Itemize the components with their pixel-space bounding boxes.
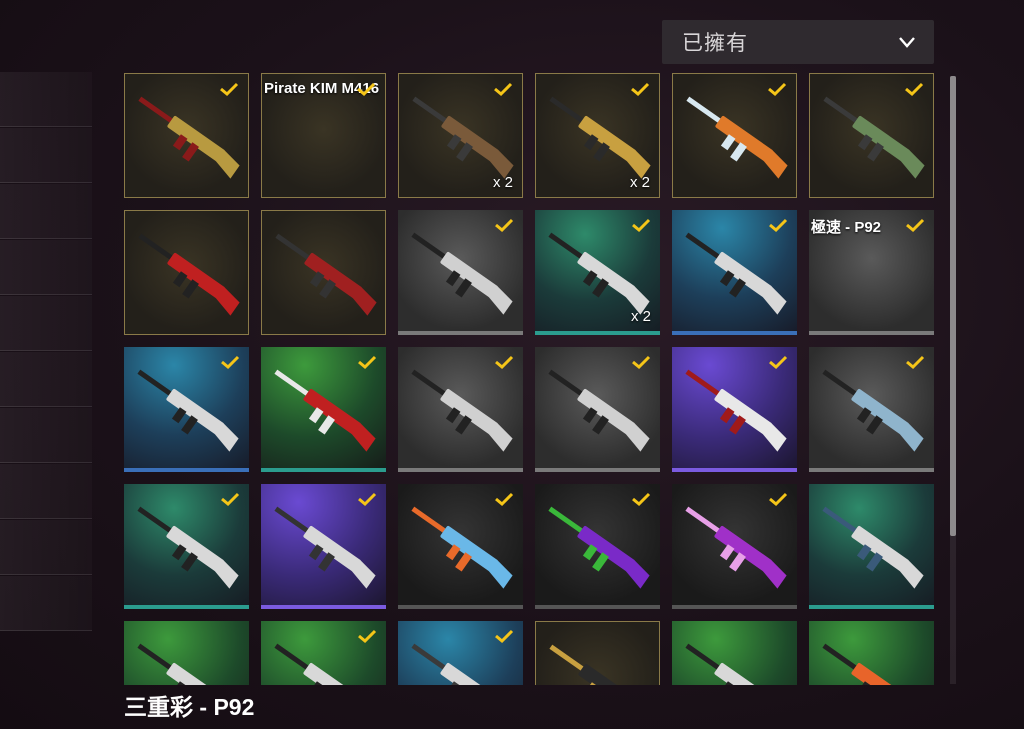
owned-check-icon: [358, 629, 377, 644]
item-count: x 2: [492, 174, 513, 191]
weapon-skin-card[interactable]: x 2: [535, 210, 660, 335]
sidebar-tab[interactable]: [0, 296, 92, 351]
weapon-skin-card[interactable]: x 2: [398, 73, 523, 198]
weapon-skin-name: 極速 - P92: [811, 219, 882, 236]
selected-item-name: 三重彩 - P92: [124, 694, 255, 720]
weapon-image: [549, 644, 636, 685]
weapon-skin-card[interactable]: [124, 347, 249, 472]
item-count: x 2: [629, 174, 650, 191]
weapon-skin-card[interactable]: [809, 347, 934, 472]
sidebar-tab[interactable]: [0, 464, 92, 519]
scrollbar-thumb[interactable]: [950, 76, 956, 536]
weapon-skin-card[interactable]: [672, 347, 797, 472]
weapon-skin-card[interactable]: [809, 484, 934, 609]
owned-check-icon: [495, 492, 514, 507]
dropdown-selected-label: 已擁有: [682, 32, 748, 55]
weapon-skin-card[interactable]: [398, 621, 523, 685]
owned-check-icon: [494, 82, 513, 97]
owned-check-icon: [495, 218, 514, 233]
owned-check-icon: [769, 218, 788, 233]
weapon-skin-card[interactable]: [124, 210, 249, 335]
sidebar-tab[interactable]: [0, 128, 92, 183]
owned-check-icon: [495, 355, 514, 370]
owned-check-icon: [906, 355, 925, 370]
sidebar-tab[interactable]: [0, 576, 92, 631]
weapon-skin-card[interactable]: [672, 210, 797, 335]
owned-check-icon: [905, 82, 924, 97]
owned-check-icon: [906, 218, 925, 233]
weapon-image: [275, 233, 377, 316]
weapon-skin-card[interactable]: [398, 347, 523, 472]
owned-check-icon: [632, 218, 651, 233]
owned-check-icon: [631, 82, 650, 97]
owned-check-icon: [358, 492, 377, 507]
owned-check-icon: [769, 355, 788, 370]
weapon-skin-card[interactable]: x 2: [535, 73, 660, 198]
owned-check-icon: [220, 82, 239, 97]
owned-check-icon: [769, 492, 788, 507]
weapon-skin-card[interactable]: [124, 621, 249, 685]
sidebar-tab[interactable]: [0, 72, 92, 127]
weapon-skin-card[interactable]: [261, 484, 386, 609]
weapon-skin-card[interactable]: [809, 621, 934, 685]
ownership-filter-dropdown[interactable]: 已擁有: [662, 20, 934, 64]
weapon-skin-card[interactable]: [124, 73, 249, 198]
owned-check-icon: [768, 82, 787, 97]
weapon-skin-card[interactable]: [398, 484, 523, 609]
owned-check-icon: [632, 492, 651, 507]
weapon-skin-card[interactable]: 極速 - P92: [809, 210, 934, 335]
weapon-skin-card[interactable]: [261, 347, 386, 472]
owned-check-icon: [221, 355, 240, 370]
weapon-skin-card[interactable]: [535, 621, 660, 685]
owned-check-icon: [358, 355, 377, 370]
owned-check-icon: [357, 82, 376, 97]
weapon-skin-card[interactable]: Pirate KIM M416: [261, 73, 386, 198]
owned-check-icon: [221, 492, 240, 507]
weapon-skin-card[interactable]: [124, 484, 249, 609]
weapon-skin-card[interactable]: [672, 73, 797, 198]
weapon-image: [137, 643, 224, 685]
weapon-skin-card[interactable]: [672, 484, 797, 609]
chevron-down-icon: [899, 37, 915, 48]
weapon-skin-card[interactable]: [535, 347, 660, 472]
weapon-skin-card[interactable]: [809, 73, 934, 198]
skin-grid: Pirate KIM M416 x 2 x 2 x 2 極速 - P92: [124, 73, 936, 685]
weapon-skin-card[interactable]: [535, 484, 660, 609]
sidebar-tab[interactable]: [0, 352, 92, 407]
category-sidebar: [0, 72, 92, 632]
sidebar-tab[interactable]: [0, 240, 92, 295]
weapon-image: [138, 233, 240, 316]
weapon-skin-card[interactable]: [261, 210, 386, 335]
owned-check-icon: [495, 629, 514, 644]
weapon-skin-card[interactable]: [398, 210, 523, 335]
weapon-skin-card[interactable]: [261, 621, 386, 685]
weapon-image: [685, 643, 772, 685]
sidebar-tab[interactable]: [0, 520, 92, 575]
weapon-image: [822, 506, 924, 589]
weapon-skin-card[interactable]: [672, 621, 797, 685]
sidebar-tab[interactable]: [0, 184, 92, 239]
item-count: x 2: [630, 308, 651, 325]
owned-check-icon: [632, 355, 651, 370]
sidebar-tab[interactable]: [0, 408, 92, 463]
weapon-image: [822, 643, 909, 685]
